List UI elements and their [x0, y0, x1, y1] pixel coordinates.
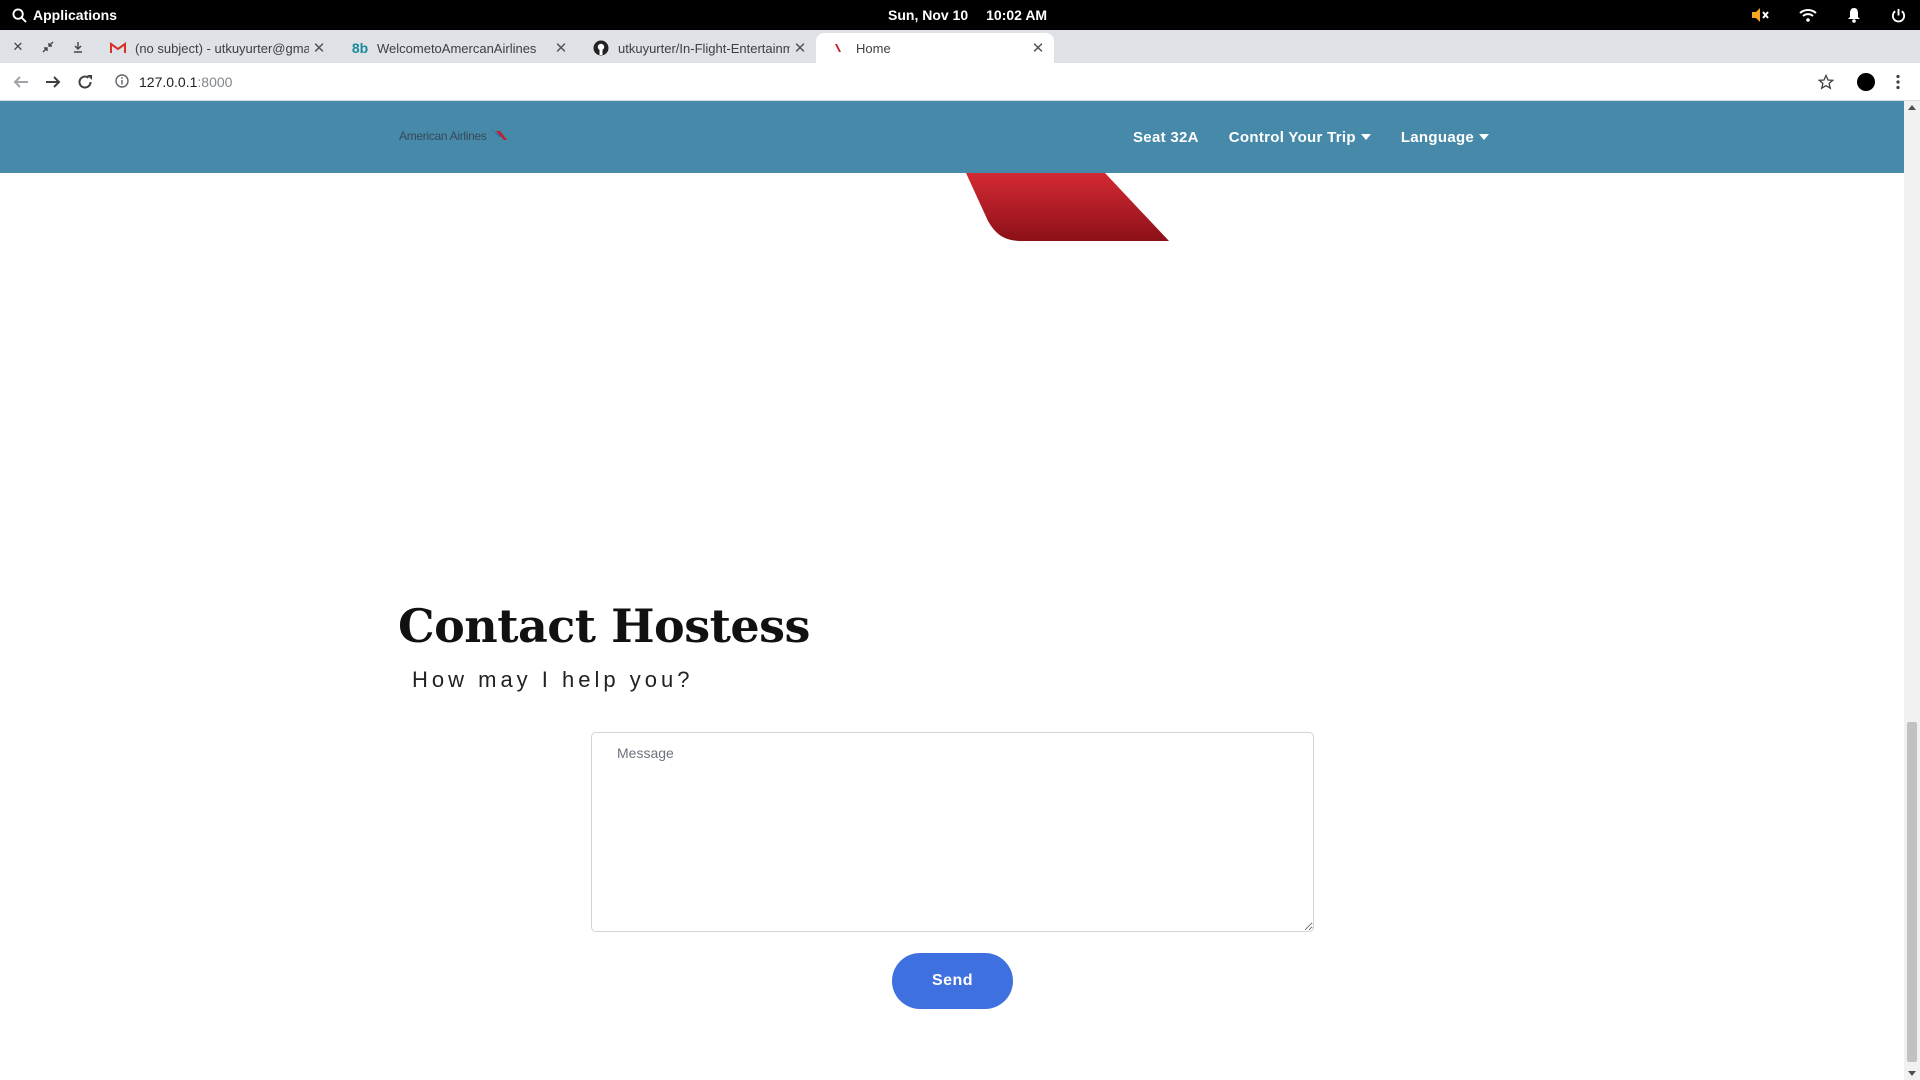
- scroll-down-arrow-icon[interactable]: [1908, 1071, 1916, 1076]
- send-button[interactable]: Send: [892, 953, 1013, 1009]
- nav-control-trip-label: Control Your Trip: [1228, 128, 1356, 146]
- power-icon[interactable]: [1891, 8, 1906, 23]
- profile-avatar[interactable]: [1857, 73, 1875, 91]
- message-textarea[interactable]: [591, 732, 1314, 932]
- github-icon: [592, 39, 610, 57]
- address-bar[interactable]: 127.0.0.1:8000: [115, 69, 232, 95]
- tab-home[interactable]: Home ✕: [816, 33, 1054, 63]
- tab-welcome[interactable]: 8b WelcometoAmercanAirlines ✕: [337, 33, 577, 63]
- info-icon[interactable]: [115, 73, 129, 91]
- applications-menu[interactable]: Applications: [12, 0, 117, 30]
- nav-language-label: Language: [1400, 128, 1475, 146]
- menu-kebab-icon[interactable]: [1885, 69, 1911, 95]
- caret-down-icon: [1479, 134, 1490, 140]
- bell-icon[interactable]: [1847, 7, 1861, 23]
- tab-title: (no subject) - utkuyurter@gmail: [135, 40, 309, 56]
- system-tray[interactable]: [1751, 0, 1906, 30]
- tab-github[interactable]: utkuyurter/In-Flight-Entertainm ✕: [578, 33, 816, 63]
- contact-title: Contact Hostess: [398, 599, 810, 653]
- url-host: 127.0.0.1: [139, 74, 198, 90]
- applications-label: Applications: [33, 7, 118, 23]
- browser-tab-strip: ✕ (no subject) - utkuyurter@gmail ✕ 8b W…: [0, 30, 1920, 88]
- url-port: :8000: [197, 74, 233, 90]
- site-nav-links: Seat 32A Control Your Trip Language: [1133, 101, 1490, 173]
- forward-icon[interactable]: [40, 69, 66, 95]
- tab-title: WelcometoAmercanAirlines: [377, 40, 537, 56]
- restore-window-icon[interactable]: [33, 30, 63, 63]
- wifi-icon[interactable]: [1799, 8, 1817, 22]
- american-airlines-tail-graphic: [960, 173, 1170, 248]
- tab-close-icon[interactable]: ✕: [309, 38, 329, 58]
- reload-icon[interactable]: [72, 69, 98, 95]
- clock-time: 10:02 AM: [986, 7, 1048, 23]
- search-icon: [12, 7, 27, 23]
- tab-title: Home: [856, 40, 891, 56]
- close-window-icon[interactable]: ✕: [3, 30, 33, 63]
- tab-close-icon[interactable]: ✕: [790, 38, 810, 58]
- 8b-icon: 8b: [351, 40, 369, 56]
- tab-title: utkuyurter/In-Flight-Entertainm: [618, 40, 790, 56]
- american-airlines-logo[interactable]: American Airlines: [399, 127, 508, 144]
- contact-subtitle: How may I help you?: [412, 667, 694, 692]
- eagle-icon: [490, 127, 508, 144]
- gmail-icon: [109, 39, 127, 57]
- scrollbar-thumb[interactable]: [1907, 722, 1917, 1062]
- american-airlines-icon: [830, 39, 848, 57]
- browser-toolbar: 127.0.0.1:8000: [0, 63, 1920, 101]
- volume-muted-icon[interactable]: [1751, 7, 1769, 23]
- bookmark-star-icon[interactable]: [1813, 69, 1839, 95]
- caret-down-icon: [1360, 134, 1371, 140]
- scroll-up-arrow-icon[interactable]: [1908, 105, 1916, 110]
- tab-close-icon[interactable]: ✕: [1028, 38, 1048, 58]
- page-viewport: American Airlines Seat 32A Control Your …: [0, 101, 1904, 1080]
- clock-date: Sun, Nov 10: [888, 7, 969, 23]
- back-icon[interactable]: [8, 69, 34, 95]
- nav-seat[interactable]: Seat 32A: [1133, 129, 1199, 146]
- page-scrollbar[interactable]: [1904, 101, 1920, 1080]
- nav-control-your-trip[interactable]: Control Your Trip: [1229, 129, 1371, 146]
- minimize-window-icon[interactable]: [63, 30, 93, 63]
- tab-gmail[interactable]: (no subject) - utkuyurter@gmail ✕: [95, 33, 335, 63]
- nav-seat-label: Seat 32A: [1133, 128, 1199, 146]
- tab-close-icon[interactable]: ✕: [551, 38, 571, 58]
- brand-name: American Airlines: [399, 128, 487, 143]
- clock[interactable]: Sun, Nov 10 10:02 AM: [888, 0, 1047, 30]
- nav-language[interactable]: Language: [1400, 128, 1490, 146]
- system-top-bar: Applications Sun, Nov 10 10:02 AM: [0, 0, 1920, 30]
- site-navbar: American Airlines Seat 32A Control Your …: [0, 101, 1904, 173]
